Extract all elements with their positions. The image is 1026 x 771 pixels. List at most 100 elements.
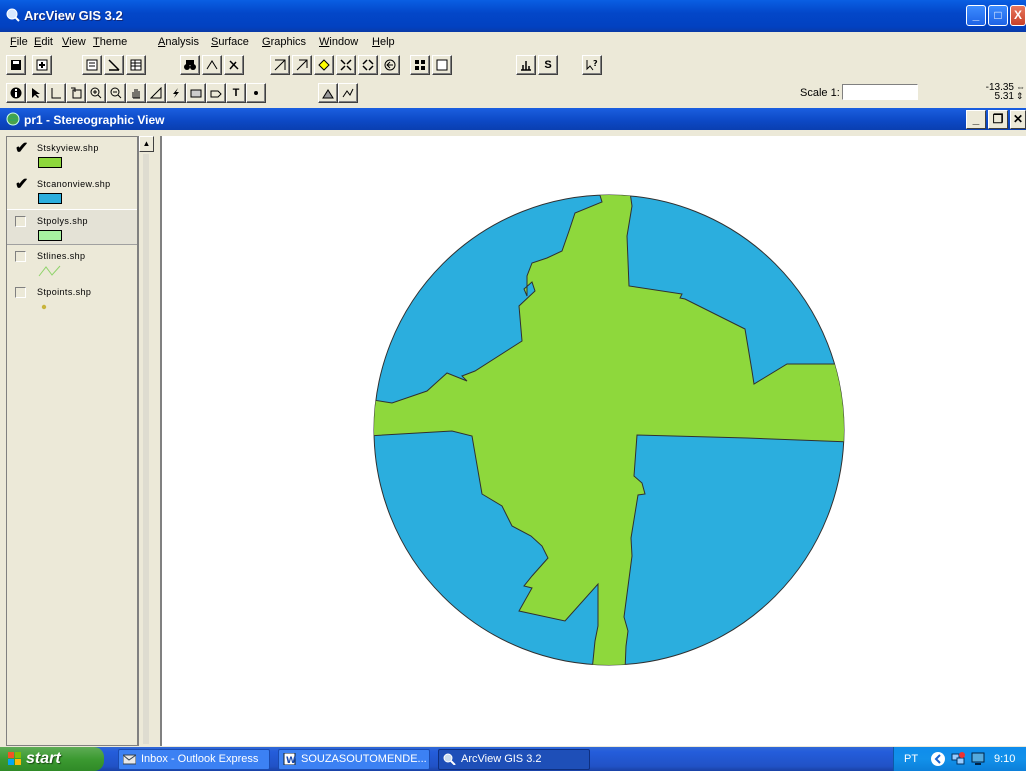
app-title: ArcView GIS 3.2 xyxy=(24,8,123,23)
theme-stlines[interactable]: Stlines.shp xyxy=(7,245,137,281)
network-icon[interactable] xyxy=(950,751,966,767)
toc-scrollbar[interactable]: ▲ xyxy=(138,136,154,746)
area-of-interest-tool[interactable] xyxy=(186,83,206,103)
vertex-edit-tool[interactable] xyxy=(46,83,66,103)
theme-checkbox[interactable] xyxy=(15,216,26,227)
theme-checkbox[interactable]: ✔ xyxy=(15,177,28,193)
menu-theme[interactable]: Theme xyxy=(93,36,127,48)
find-button[interactable] xyxy=(180,55,200,75)
theme-stskyview[interactable]: ✔ Stskyview.shp xyxy=(7,137,137,173)
menu-help[interactable]: Help xyxy=(372,36,395,48)
clear-selection-button[interactable] xyxy=(432,55,452,75)
language-indicator[interactable]: PT xyxy=(904,753,918,765)
outlook-express-icon xyxy=(123,754,136,765)
zoom-active-themes-button[interactable] xyxy=(292,55,312,75)
theme-stcanonview[interactable]: ✔ Stcanonview.shp xyxy=(7,173,137,209)
menu-edit[interactable]: Edit xyxy=(34,36,53,48)
table-icon xyxy=(130,59,142,71)
theme-checkbox[interactable] xyxy=(15,251,26,262)
zoom-full-extent-button[interactable] xyxy=(270,55,290,75)
theme-checkbox[interactable] xyxy=(15,287,26,298)
menu-surface[interactable]: Surface xyxy=(211,36,249,48)
help-button[interactable]: ? xyxy=(582,55,602,75)
text-tool[interactable]: T xyxy=(226,83,246,103)
start-button[interactable]: start xyxy=(0,747,104,771)
windows-logo-icon xyxy=(8,752,21,765)
zoom-out-button[interactable] xyxy=(358,55,378,75)
zoom-previous-icon xyxy=(384,59,396,71)
theme-name: Stcanonview.shp xyxy=(37,179,111,189)
label-icon xyxy=(210,90,222,98)
menu-file[interactable]: File xyxy=(10,36,28,48)
stereographic-map xyxy=(373,194,845,666)
task-label: SOUZASOUTOMENDE... xyxy=(301,753,427,765)
theme-checkbox[interactable]: ✔ xyxy=(15,141,28,157)
query-builder-button[interactable] xyxy=(224,55,244,75)
menu-graphics[interactable]: Graphics xyxy=(262,36,306,48)
scale-input[interactable] xyxy=(842,84,918,100)
draw-point-tool[interactable] xyxy=(246,83,266,103)
save-project-button[interactable] xyxy=(6,55,26,75)
theme-stpoints[interactable]: Stpoints.shp xyxy=(7,281,137,317)
select-features-button[interactable] xyxy=(410,55,430,75)
surface-tool-1[interactable] xyxy=(318,83,338,103)
theme-name: Stpolys.shp xyxy=(37,216,88,226)
zoom-in-tool[interactable] xyxy=(86,83,106,103)
view-restore-button[interactable]: ❐ xyxy=(988,110,1008,129)
table-of-contents: ✔ Stskyview.shp ✔ Stcanonview.shp Stpoly… xyxy=(6,136,138,746)
pointer-tool[interactable] xyxy=(26,83,46,103)
locate-address-button[interactable] xyxy=(202,55,222,75)
view-close-button[interactable]: ✕ xyxy=(1010,110,1026,129)
close-button[interactable]: X xyxy=(1010,5,1026,26)
edit-legend-button[interactable] xyxy=(104,55,124,75)
vertex-icon xyxy=(51,88,61,99)
hotlink-tool[interactable] xyxy=(166,83,186,103)
create-chart-button[interactable] xyxy=(516,55,536,75)
add-theme-button[interactable] xyxy=(32,55,52,75)
open-theme-table-button[interactable] xyxy=(126,55,146,75)
summarize-button[interactable]: S xyxy=(538,55,558,75)
theme-stpolys[interactable]: Stpolys.shp xyxy=(7,209,137,245)
tray-expand-icon[interactable] xyxy=(930,751,946,767)
measure-tool[interactable] xyxy=(146,83,166,103)
menu-analysis[interactable]: Analysis xyxy=(158,36,199,48)
pan-tool[interactable] xyxy=(126,83,146,103)
zoom-selected-button[interactable] xyxy=(314,55,334,75)
zoom-previous-button[interactable] xyxy=(380,55,400,75)
task-arcview[interactable]: ArcView GIS 3.2 xyxy=(438,749,590,770)
polygon-swatch xyxy=(38,230,62,241)
scroll-track[interactable] xyxy=(143,154,149,744)
map-display[interactable] xyxy=(160,136,1026,746)
zoom-in-button[interactable] xyxy=(336,55,356,75)
zoom-out-tool[interactable] xyxy=(106,83,126,103)
menu-bar: File Edit View Theme Analysis Surface Gr… xyxy=(0,32,1026,52)
coordinate-arrows-icon: ⇔ ⇕ xyxy=(1016,82,1025,101)
identify-tool[interactable] xyxy=(6,83,26,103)
theme-name: Stlines.shp xyxy=(37,251,86,261)
svg-text:W: W xyxy=(286,756,296,765)
task-word-document[interactable]: W SOUZASOUTOMENDE... xyxy=(278,749,430,770)
view-minimize-button[interactable]: _ xyxy=(966,110,986,129)
theme-properties-button[interactable] xyxy=(82,55,102,75)
label-tool[interactable] xyxy=(206,83,226,103)
clock[interactable]: 9:10 xyxy=(994,753,1015,765)
legend-icon xyxy=(108,59,120,71)
surface-tool-2[interactable] xyxy=(338,83,358,103)
task-outlook-express[interactable]: Inbox - Outlook Express xyxy=(118,749,270,770)
theme-name: Stskyview.shp xyxy=(37,143,99,153)
monitor-icon[interactable] xyxy=(970,751,986,767)
minimize-button[interactable]: _ xyxy=(966,5,986,26)
scroll-up-arrow-icon[interactable]: ▲ xyxy=(139,136,154,152)
menu-window[interactable]: Window xyxy=(319,36,358,48)
menu-view[interactable]: View xyxy=(62,36,86,48)
clear-selection-icon xyxy=(436,59,448,71)
arcview-globe-icon xyxy=(6,8,20,22)
polygon-swatch xyxy=(38,193,62,204)
start-label: start xyxy=(26,750,61,767)
zoom-out-icon xyxy=(362,59,374,71)
maximize-button[interactable]: □ xyxy=(988,5,1008,26)
coord-y: 5.31 xyxy=(994,91,1014,102)
select-feature-tool[interactable] xyxy=(66,83,86,103)
chart-icon xyxy=(521,61,531,71)
sky-view-polygon xyxy=(374,195,844,665)
